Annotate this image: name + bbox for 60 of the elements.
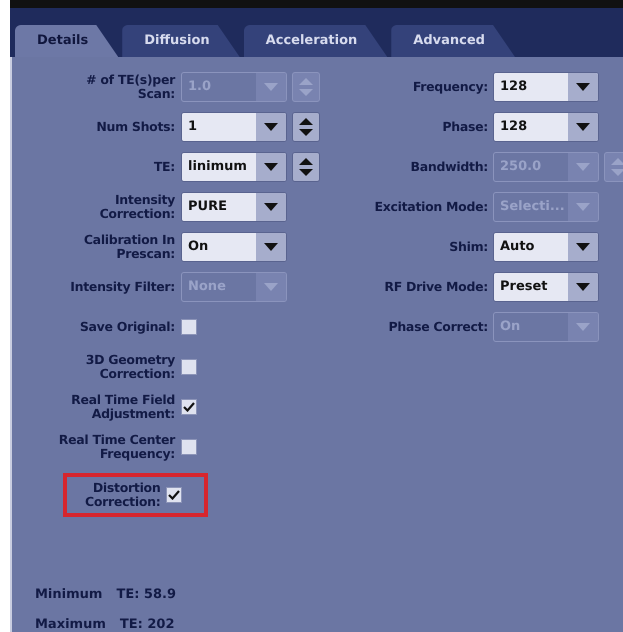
caret-icon [576,283,590,291]
checkbox[interactable] [166,487,182,503]
stat-value: TE: 202 [120,616,175,632]
caret-icon [576,203,590,211]
spin-button[interactable] [292,152,320,182]
caret-icon [264,203,278,211]
dropdown[interactable]: Preset [493,272,599,302]
caret-icon [264,83,278,91]
dropdown[interactable]: PURE [181,192,287,222]
stat-value: TE: 58.9 [116,586,176,604]
dropdown[interactable]: On [181,232,287,262]
field-label: # of TE(s)per Scan: [85,73,175,101]
check-icon [168,490,180,500]
caret-icon [576,243,590,251]
field-label: Save Original: [78,320,175,334]
field-label: Intensity Correction: [98,193,175,221]
caret-icon [576,123,590,131]
field-label: Shim: [448,240,488,254]
up-down-arrows-icon [299,78,313,96]
caret-icon [576,83,590,91]
up-down-arrows-icon [299,158,313,176]
up-down-arrows-icon [611,158,623,176]
dropdown[interactable]: 128 [493,112,599,142]
field-label: Calibration In Prescan: [82,233,175,261]
tab[interactable]: Acceleration [244,25,388,57]
field-label: Phase: [441,120,488,134]
field-label: Bandwidth: [410,160,488,174]
field-label: Real Time Center Frequency: [58,433,175,461]
checkbox[interactable] [181,439,197,455]
field-label: Phase Correct: [387,320,488,334]
dropdown[interactable]: Auto [493,232,599,262]
checkbox[interactable] [181,359,197,375]
field-label: Frequency: [412,80,488,94]
tab[interactable]: Details [15,25,118,57]
caret-icon [264,243,278,251]
caret-icon [264,123,278,131]
field-label: Distortion Correction: [85,481,160,509]
up-down-arrows-icon [299,118,313,136]
field-label: TE: [152,160,175,174]
spin-button[interactable] [292,112,320,142]
dropdown[interactable]: linimum [181,152,287,182]
field-label: RF Drive Mode: [383,280,488,294]
field-label: Intensity Filter: [69,280,175,294]
checkbox[interactable] [181,319,197,335]
field-label: Excitation Mode: [374,200,488,214]
field-label: Real Time Field Adjustment: [70,393,175,421]
caret-icon [264,163,278,171]
caret-icon [576,163,590,171]
field-label: 3D Geometry Correction: [84,353,175,381]
checkbox[interactable] [181,399,197,415]
caret-icon [264,283,278,291]
caret-icon [576,323,590,331]
dropdown[interactable]: 128 [493,72,599,102]
stat-label: Maximum [35,616,106,632]
tab[interactable]: Diffusion [122,25,240,57]
dropdown[interactable]: 1 [181,112,287,142]
field-label: Num Shots: [95,120,175,134]
check-icon [183,402,195,412]
tab[interactable]: Advanced [391,25,515,57]
stat-label: Minimum [35,586,102,604]
